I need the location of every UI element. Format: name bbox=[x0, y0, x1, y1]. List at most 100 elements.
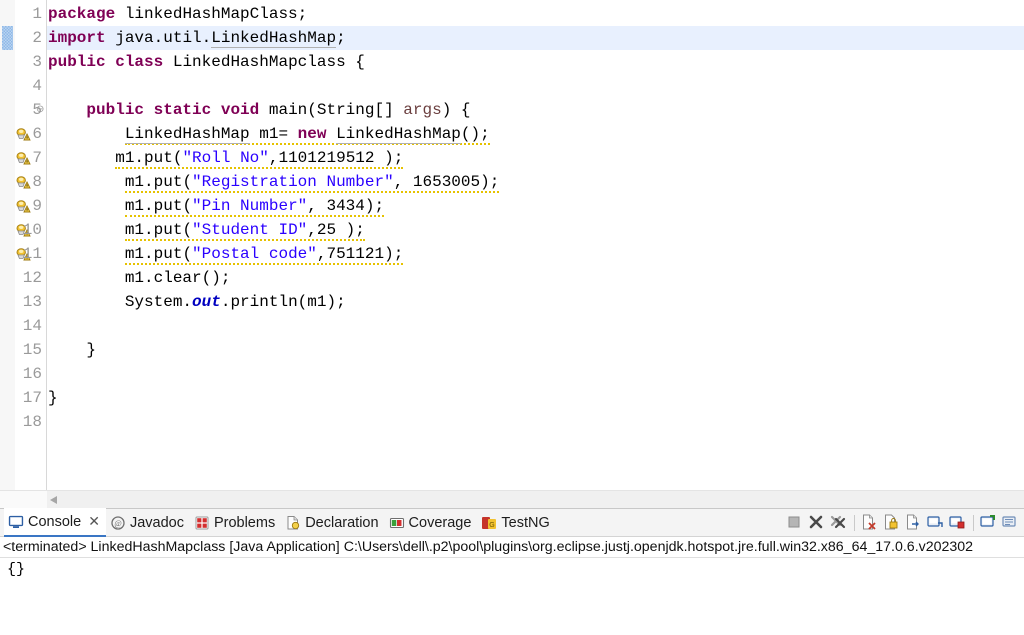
java-editor[interactable]: 1 2 3 4 5 ⊖ 6 7 8 9 10 11 12 13 14 15 16 17 18 package lin… bbox=[0, 0, 1024, 508]
tab-javadoc[interactable]: @ Javadoc bbox=[106, 509, 190, 536]
line-number: 14 bbox=[22, 317, 42, 335]
code-token: ( bbox=[307, 101, 317, 119]
line-number: 1 bbox=[32, 5, 42, 23]
code-token: m1 bbox=[115, 149, 135, 167]
bottom-view-panel: Console ✕ @ Javadoc Problems Declaration Cover… bbox=[0, 508, 1024, 635]
code-token: ( bbox=[297, 293, 308, 311]
java-keyword: public bbox=[86, 101, 145, 119]
code-token: } bbox=[48, 341, 97, 359]
eclipse-ide-window: 1 2 3 4 5 ⊖ 6 7 8 9 10 11 12 13 14 15 16 17 18 package lin… bbox=[0, 0, 1024, 635]
code-token: ); bbox=[326, 293, 346, 311]
string-literal: "Pin Number" bbox=[192, 197, 308, 215]
code-token: m1 bbox=[124, 245, 145, 263]
code-line[interactable]: m1.put("Roll No",1101219512 ); bbox=[48, 146, 1024, 170]
code-fold-toggle-icon[interactable]: ⊖ bbox=[36, 98, 47, 122]
console-output-area[interactable]: {} bbox=[0, 559, 1024, 635]
code-line[interactable]: m1.clear(); bbox=[48, 266, 1024, 290]
tab-console[interactable]: Console ✕ bbox=[4, 508, 106, 537]
string-literal: "Student ID" bbox=[192, 221, 308, 239]
word-wrap-button[interactable] bbox=[904, 513, 924, 533]
code-token: m1 bbox=[124, 197, 145, 215]
tab-label: Problems bbox=[213, 514, 276, 531]
code-line[interactable]: m1.put("Pin Number", 3434); bbox=[48, 194, 1024, 218]
code-token: put bbox=[153, 245, 183, 263]
scrollbar-corner bbox=[0, 491, 47, 508]
java-keyword: package bbox=[48, 5, 116, 23]
console-toolbar[interactable] bbox=[784, 509, 1022, 536]
code-line[interactable]: public static void main(String[] args) { bbox=[48, 98, 1024, 122]
clear-console-button[interactable] bbox=[860, 513, 880, 533]
line-number: 11 bbox=[22, 245, 42, 263]
code-token: put bbox=[144, 149, 173, 167]
code-line[interactable]: System.out.println(m1); bbox=[48, 290, 1024, 314]
tab-label: Declaration bbox=[305, 514, 379, 531]
remove-launch-button[interactable] bbox=[807, 513, 827, 533]
remove-all-terminated-button[interactable] bbox=[829, 513, 849, 533]
code-token: ,1101219512 ); bbox=[268, 149, 404, 167]
code-line[interactable]: package linkedHashMapClass; bbox=[48, 2, 1024, 26]
code-line[interactable]: m1.put("Postal code",751121); bbox=[48, 242, 1024, 266]
code-line[interactable]: } bbox=[48, 386, 1024, 410]
line-number: 10 bbox=[22, 221, 42, 239]
scroll-left-arrow-icon[interactable] bbox=[50, 496, 57, 504]
code-line[interactable]: public class LinkedHashMapclass { bbox=[48, 50, 1024, 74]
tab-declaration[interactable]: Declaration bbox=[281, 509, 384, 536]
close-icon[interactable]: ✕ bbox=[88, 513, 100, 530]
terminate-button[interactable] bbox=[785, 513, 805, 533]
line-number: 15 bbox=[22, 341, 42, 359]
line-number: 6 bbox=[32, 125, 42, 143]
code-token: . bbox=[144, 221, 154, 239]
line-number-gutter: 1 2 3 4 5 ⊖ 6 7 8 9 10 11 12 13 14 15 16 17 18 bbox=[0, 0, 47, 490]
code-token: ( bbox=[182, 245, 193, 263]
code-text-area[interactable]: package linkedHashMapClass; import java.u… bbox=[48, 0, 1024, 490]
tab-testng[interactable]: G TestNG bbox=[477, 509, 555, 536]
code-token: . bbox=[134, 149, 145, 167]
code-token: System bbox=[124, 293, 183, 311]
line-number: 7 bbox=[32, 149, 42, 167]
code-line[interactable] bbox=[48, 362, 1024, 386]
code-line[interactable] bbox=[48, 410, 1024, 434]
line-number: 8 bbox=[32, 173, 42, 191]
scroll-lock-button[interactable] bbox=[882, 513, 902, 533]
pin-console-button[interactable] bbox=[926, 513, 946, 533]
console-launch-header: <terminated> LinkedHashMapclass [Java Ap… bbox=[0, 536, 1024, 558]
view-menu-button[interactable] bbox=[1001, 513, 1021, 533]
display-selected-console-button[interactable] bbox=[948, 513, 968, 533]
code-line[interactable]: import java.util.LinkedHashMap; bbox=[48, 26, 1024, 50]
code-token: ( bbox=[172, 149, 183, 167]
code-line[interactable] bbox=[48, 314, 1024, 338]
code-token: util bbox=[163, 29, 202, 47]
code-line[interactable]: LinkedHashMap m1= new LinkedHashMap(); bbox=[48, 122, 1024, 146]
code-token: ,25 ); bbox=[307, 221, 365, 239]
code-line[interactable] bbox=[48, 74, 1024, 98]
code-token: m1 bbox=[124, 221, 145, 239]
editor-horizontal-scrollbar[interactable] bbox=[0, 490, 1024, 508]
code-token: ( bbox=[182, 173, 193, 191]
code-line[interactable]: m1.put("Registration Number", 1653005); bbox=[48, 170, 1024, 194]
code-line[interactable]: m1.put("Student ID",25 ); bbox=[48, 218, 1024, 242]
line-number: 17 bbox=[22, 389, 42, 407]
tab-coverage[interactable]: Coverage bbox=[385, 509, 478, 536]
method-parameter: args bbox=[403, 101, 442, 119]
code-token: . bbox=[182, 293, 193, 311]
static-field: out bbox=[192, 293, 221, 311]
type-reference: LinkedHashMap bbox=[336, 125, 461, 144]
view-tabs[interactable]: Console ✕ @ Javadoc Problems Declaration Cover… bbox=[4, 508, 556, 537]
tab-label: Javadoc bbox=[129, 514, 184, 531]
code-line[interactable]: } bbox=[48, 338, 1024, 362]
java-keyword: public bbox=[48, 53, 106, 71]
tab-problems[interactable]: Problems bbox=[190, 509, 281, 536]
code-token: java bbox=[115, 29, 154, 47]
open-console-button[interactable] bbox=[979, 513, 999, 533]
coverage-icon bbox=[389, 515, 405, 531]
code-token: main bbox=[268, 101, 308, 119]
code-token: LinkedHashMapclass bbox=[172, 53, 346, 71]
